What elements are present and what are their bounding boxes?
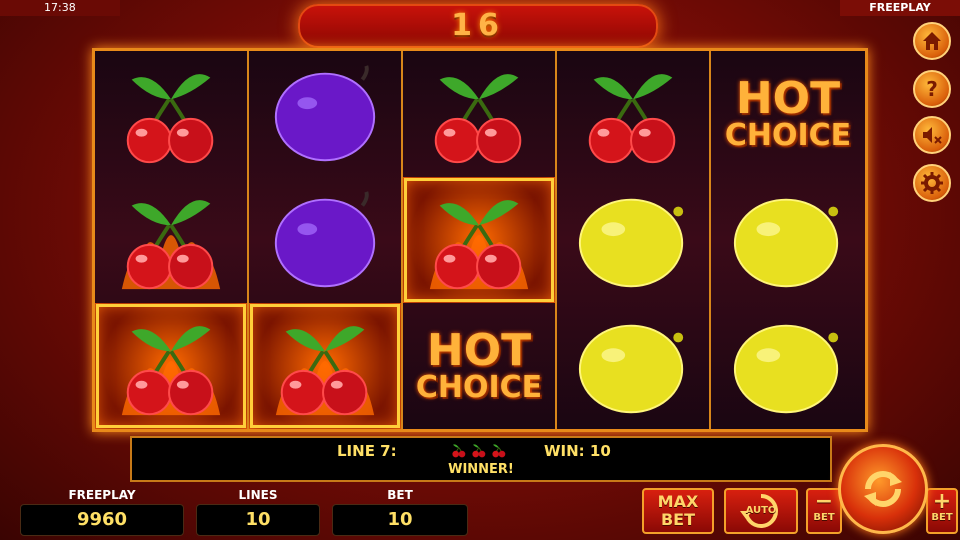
settings-button[interactable] — [913, 164, 951, 202]
lemon-icon — [711, 303, 865, 429]
flaming-cherry-icon — [95, 177, 247, 303]
spin-arrows-icon — [864, 471, 902, 507]
cherry-icon — [490, 441, 508, 463]
reel-1 — [95, 51, 249, 429]
cherry-icon — [450, 441, 468, 463]
hot-choice-logo: HOT CHOICE — [403, 303, 555, 429]
message-bar: LINE 7: WIN: 10 WINNER! — [130, 436, 832, 482]
reel-3: HOT CHOICE — [403, 51, 557, 429]
hot-choice-logo: HOT CHOICE — [711, 51, 865, 177]
bet-label: BET — [387, 488, 413, 502]
win-label: WIN: 10 — [544, 442, 611, 460]
home-icon — [923, 32, 941, 50]
flaming-cherry-icon — [403, 177, 555, 303]
reel-2 — [249, 51, 403, 429]
max-bet-label-1: MAX — [657, 492, 699, 511]
max-bet-button[interactable]: MAX BET — [642, 488, 714, 534]
lemon-icon — [557, 303, 709, 429]
hot-label: HOT — [426, 325, 532, 376]
spin-button[interactable] — [838, 444, 928, 534]
flaming-cherry-icon — [249, 303, 401, 429]
lemon-icon — [557, 177, 709, 303]
svg-text:?: ? — [926, 77, 938, 101]
sound-button[interactable] — [913, 116, 951, 154]
cherry-icon — [403, 51, 555, 177]
freeplay-label: FREEPLAY — [68, 488, 136, 502]
mode-label: FREEPLAY — [840, 0, 960, 16]
choice-label: CHOICE — [724, 118, 852, 153]
choice-label: CHOICE — [415, 370, 543, 405]
gear-icon — [921, 172, 943, 194]
auto-label: AUTO — [745, 505, 777, 516]
plum-icon — [249, 51, 401, 177]
minus-icon: − — [814, 489, 834, 514]
flaming-cherry-icon — [95, 303, 247, 429]
cherry-icon — [557, 51, 709, 177]
max-bet-label-2: BET — [660, 510, 696, 529]
reel-5: HOT CHOICE — [711, 51, 865, 429]
bet-minus-label: BET — [813, 512, 835, 523]
cherry-icon — [95, 51, 247, 177]
reels-grid: HOT CHOICE HOT CHOICE — [92, 48, 868, 432]
clock: 17:38 — [0, 0, 120, 16]
auto-button[interactable]: AUTO — [724, 488, 798, 534]
winner-label: WINNER! — [448, 462, 514, 477]
reel-4 — [557, 51, 711, 429]
cherry-icon — [470, 441, 488, 463]
top-win-display: 16 — [298, 4, 658, 48]
bet-value: 10 — [332, 504, 468, 536]
lines-value: 10 — [196, 504, 320, 536]
help-icon: ? — [926, 77, 938, 101]
freeplay-value: 9960 — [20, 504, 184, 536]
line-label: LINE 7: — [337, 442, 397, 460]
bet-minus-button[interactable]: − BET — [806, 488, 842, 534]
bet-plus-button[interactable]: + BET — [926, 488, 958, 534]
hot-label: HOT — [735, 73, 841, 124]
line-cherries-icon — [450, 441, 508, 463]
bet-plus-label: BET — [931, 512, 953, 523]
help-button[interactable]: ? — [913, 70, 951, 108]
home-button[interactable] — [913, 22, 951, 60]
plum-icon — [249, 177, 401, 303]
lines-label: LINES — [238, 488, 278, 502]
sound-off-icon — [923, 127, 942, 144]
lemon-icon — [711, 177, 865, 303]
plus-icon: + — [932, 489, 952, 514]
